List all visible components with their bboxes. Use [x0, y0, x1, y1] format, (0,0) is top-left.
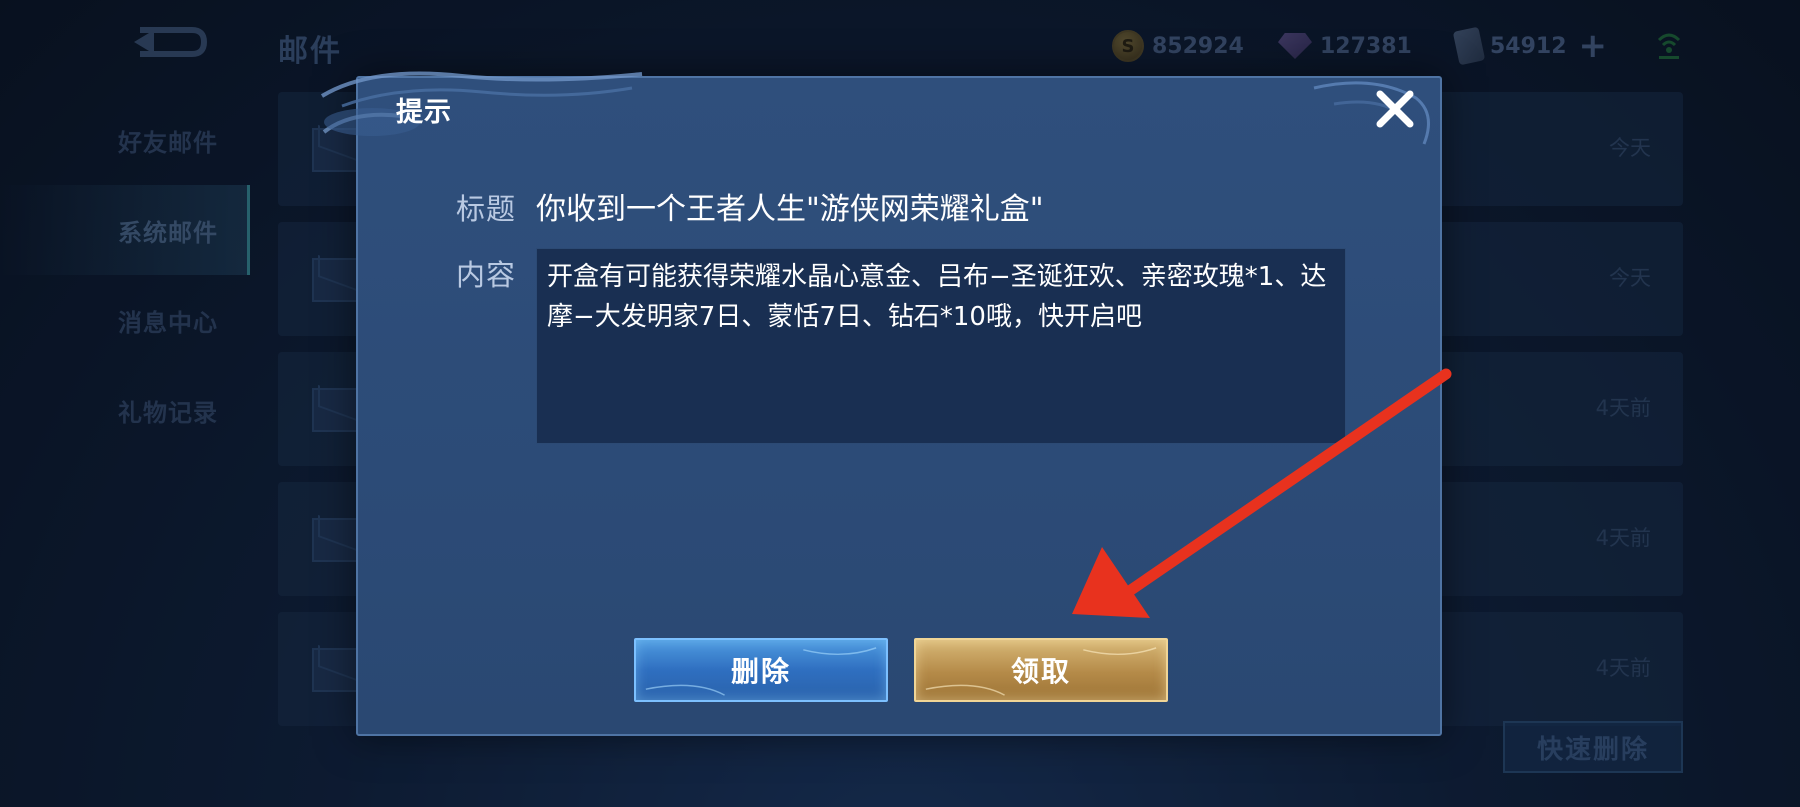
close-icon[interactable]: [1372, 86, 1418, 132]
delete-button-label: 删除: [730, 655, 791, 688]
content-field-label: 内容: [456, 258, 517, 292]
mail-subject: 你收到一个王者人生"游侠网荣耀礼盒": [536, 192, 1044, 227]
title-field-label: 标题: [456, 192, 517, 226]
mail-screen: 邮件 S 852924 127381 54912 + 好友邮件 系统邮件 消息中…: [0, 0, 1800, 807]
delete-button[interactable]: 删除: [634, 638, 888, 702]
swirl-decoration-icon: [320, 71, 643, 136]
claim-button[interactable]: 领取: [914, 638, 1168, 702]
mail-content-box[interactable]: 开盒有可能获得荣耀水晶心意金、吕布−圣诞狂欢、亲密玫瑰*1、达摩−大发明家7日、…: [536, 248, 1346, 444]
mail-dialog: 提示 标题 你收到一个王者人生"游侠网荣耀礼盒" 内容 开盒有可能获得荣耀水晶心…: [320, 71, 1442, 736]
dialog-title: 提示: [396, 97, 452, 128]
claim-button-label: 领取: [1010, 655, 1071, 688]
